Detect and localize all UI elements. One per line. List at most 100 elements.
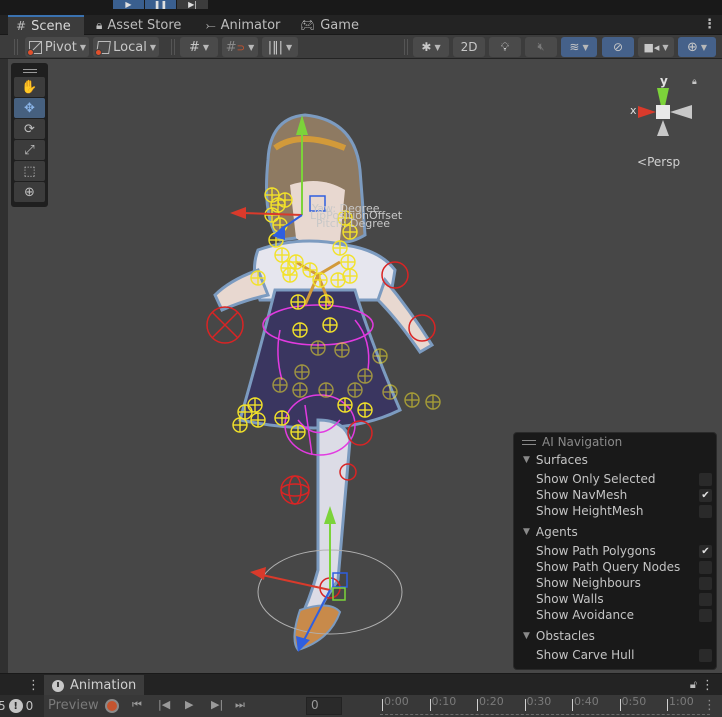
option-row[interactable]: Show Only Selected: [536, 471, 712, 487]
option-label: Show Avoidance: [536, 608, 635, 622]
preview-toggle[interactable]: Preview: [48, 698, 99, 713]
gizmo-y-label: y: [660, 74, 668, 88]
more-options-icon[interactable]: ⋮: [27, 678, 40, 693]
option-row[interactable]: Show Avoidance: [536, 607, 712, 623]
animation-tab-bar: ⋮ Animation 🔓︎ ⋮: [0, 673, 722, 696]
pivot-icon: [27, 40, 42, 56]
option-row[interactable]: Show Walls: [536, 591, 712, 607]
camera-settings-dropdown[interactable]: ■◂ ▼: [638, 37, 674, 57]
transform-tool-button[interactable]: ⊕: [14, 182, 45, 202]
first-keyframe-button[interactable]: ⏮: [132, 698, 142, 712]
bug-icon: ✱: [421, 40, 432, 54]
timeline-tick: 0:20: [477, 695, 504, 711]
grid-snapping-dropdown[interactable]: #⊃ ▼: [222, 37, 258, 57]
more-options-icon[interactable]: ⋮: [703, 698, 716, 713]
gizmos-dropdown[interactable]: ⊕ ▼: [678, 37, 716, 57]
pivot-dropdown[interactable]: Pivot ▼: [25, 37, 89, 57]
section-title: Agents: [535, 525, 578, 539]
timeline-baseline: [380, 714, 710, 715]
gizmo-x-axis[interactable]: [638, 106, 656, 118]
chevron-down-icon: ▼: [700, 42, 708, 52]
audio-toggle-button[interactable]: 🔇︎: [525, 37, 557, 57]
shopping-bag-icon: 🔒︎: [96, 17, 103, 32]
chevron-down-icon: ▼: [248, 42, 255, 52]
check-icon: ✔: [701, 545, 710, 557]
option-row[interactable]: Show NavMesh ✔: [536, 487, 712, 503]
timeline-ruler[interactable]: 0:00 0:10 0:20 0:30 0:40 0:50 1:00: [380, 695, 710, 717]
option-checkbox[interactable]: [699, 472, 712, 486]
camera-icon: ■◂: [643, 40, 660, 54]
more-options-icon[interactable]: ⋮: [701, 678, 714, 693]
tab-asset-store[interactable]: 🔒︎ Asset Store: [88, 15, 189, 35]
chevron-down-icon: ▼: [434, 42, 441, 52]
toolbar-grip[interactable]: [14, 39, 18, 55]
gizmo-neg-x-axis[interactable]: [670, 105, 692, 119]
bone-sphere: [272, 377, 288, 393]
overlay-grip[interactable]: [14, 66, 45, 76]
scale-tool-button[interactable]: ⤢: [14, 140, 45, 160]
tab-scene[interactable]: # Scene: [8, 15, 84, 35]
option-row[interactable]: Show Path Polygons ✔: [536, 543, 712, 559]
increment-snap-dropdown[interactable]: |‖| ▼: [262, 37, 298, 57]
next-keyframe-button[interactable]: ▶|: [211, 698, 223, 711]
bone-sphere: [232, 417, 248, 433]
option-row[interactable]: Show Neighbours: [536, 575, 712, 591]
step-button[interactable]: ▶|: [177, 0, 208, 9]
grid-icon: #: [16, 19, 27, 33]
section-title: Obstacles: [535, 629, 595, 643]
toggle-2d-button[interactable]: 2D: [453, 37, 485, 57]
option-row[interactable]: Show Carve Hull: [536, 647, 712, 663]
rotate-tool-button[interactable]: ⟳: [14, 119, 45, 139]
lighting-toggle-button[interactable]: 💡︎: [489, 37, 521, 57]
grid-visibility-dropdown[interactable]: # ▼: [180, 37, 218, 57]
record-button[interactable]: [105, 699, 119, 713]
gizmo-neg-y-axis[interactable]: [657, 120, 669, 136]
ai-navigation-header[interactable]: AI Navigation: [522, 435, 622, 449]
previous-keyframe-button[interactable]: |◀: [158, 698, 170, 711]
option-checkbox[interactable]: ✔: [699, 544, 712, 558]
timeline-tick: 0:30: [524, 695, 552, 711]
snap-magnet-icon: #⊃: [225, 39, 246, 55]
tab-game[interactable]: 🎮︎ Game: [292, 15, 367, 35]
pause-button[interactable]: ❚❚: [145, 0, 176, 9]
option-row[interactable]: Show Path Query Nodes: [536, 559, 712, 575]
move-tool-button[interactable]: ✥: [14, 98, 45, 118]
option-row[interactable]: Show HeightMesh: [536, 503, 712, 519]
scale-tool-icon: ⤢: [24, 142, 35, 158]
option-checkbox[interactable]: ✔: [699, 488, 712, 502]
timeline-tick: 0:50: [619, 695, 647, 711]
last-keyframe-button[interactable]: ⏭: [235, 698, 245, 712]
section-title: Surfaces: [535, 453, 588, 467]
option-checkbox[interactable]: [699, 608, 712, 622]
option-checkbox[interactable]: [699, 592, 712, 606]
option-checkbox[interactable]: [699, 576, 712, 590]
scene-visibility-toggle[interactable]: ⊘: [602, 37, 634, 57]
rect-tool-button[interactable]: ⬚: [14, 161, 45, 181]
rect-tool-icon: ⬚: [23, 163, 36, 179]
warning-icon: !: [8, 699, 23, 713]
debug-draw-mode-dropdown[interactable]: ✱ ▼: [413, 37, 449, 57]
section-obstacles[interactable]: ▼ Obstacles: [523, 629, 595, 643]
play-animation-button[interactable]: ▶: [185, 698, 193, 711]
option-checkbox[interactable]: [699, 648, 712, 662]
option-label: Show Walls: [536, 592, 604, 606]
tab-animator[interactable]: ⤚ Animator: [198, 15, 288, 35]
lock-icon[interactable]: 🔒︎: [692, 77, 697, 87]
more-options-icon[interactable]: ⋮: [703, 16, 716, 34]
effects-dropdown[interactable]: ≋ ▼: [561, 37, 597, 57]
chevron-down-icon: ▼: [582, 42, 589, 52]
play-button[interactable]: ▶: [113, 0, 144, 9]
section-surfaces[interactable]: ▼ Surfaces: [523, 453, 588, 467]
option-checkbox[interactable]: [699, 560, 712, 574]
hand-tool-button[interactable]: ✋: [14, 77, 45, 97]
bone-sphere: [290, 424, 306, 440]
gizmo-center-cube[interactable]: [656, 105, 670, 119]
tab-animation[interactable]: Animation: [44, 675, 144, 696]
frame-input[interactable]: 0: [306, 697, 342, 715]
section-agents[interactable]: ▼ Agents: [523, 525, 578, 539]
lock-icon[interactable]: 🔓︎: [690, 678, 697, 692]
option-checkbox[interactable]: [699, 504, 712, 518]
projection-toggle[interactable]: <Persp: [637, 155, 680, 169]
local-dropdown[interactable]: Local ▼: [93, 37, 159, 57]
ai-navigation-title: AI Navigation: [542, 435, 623, 449]
